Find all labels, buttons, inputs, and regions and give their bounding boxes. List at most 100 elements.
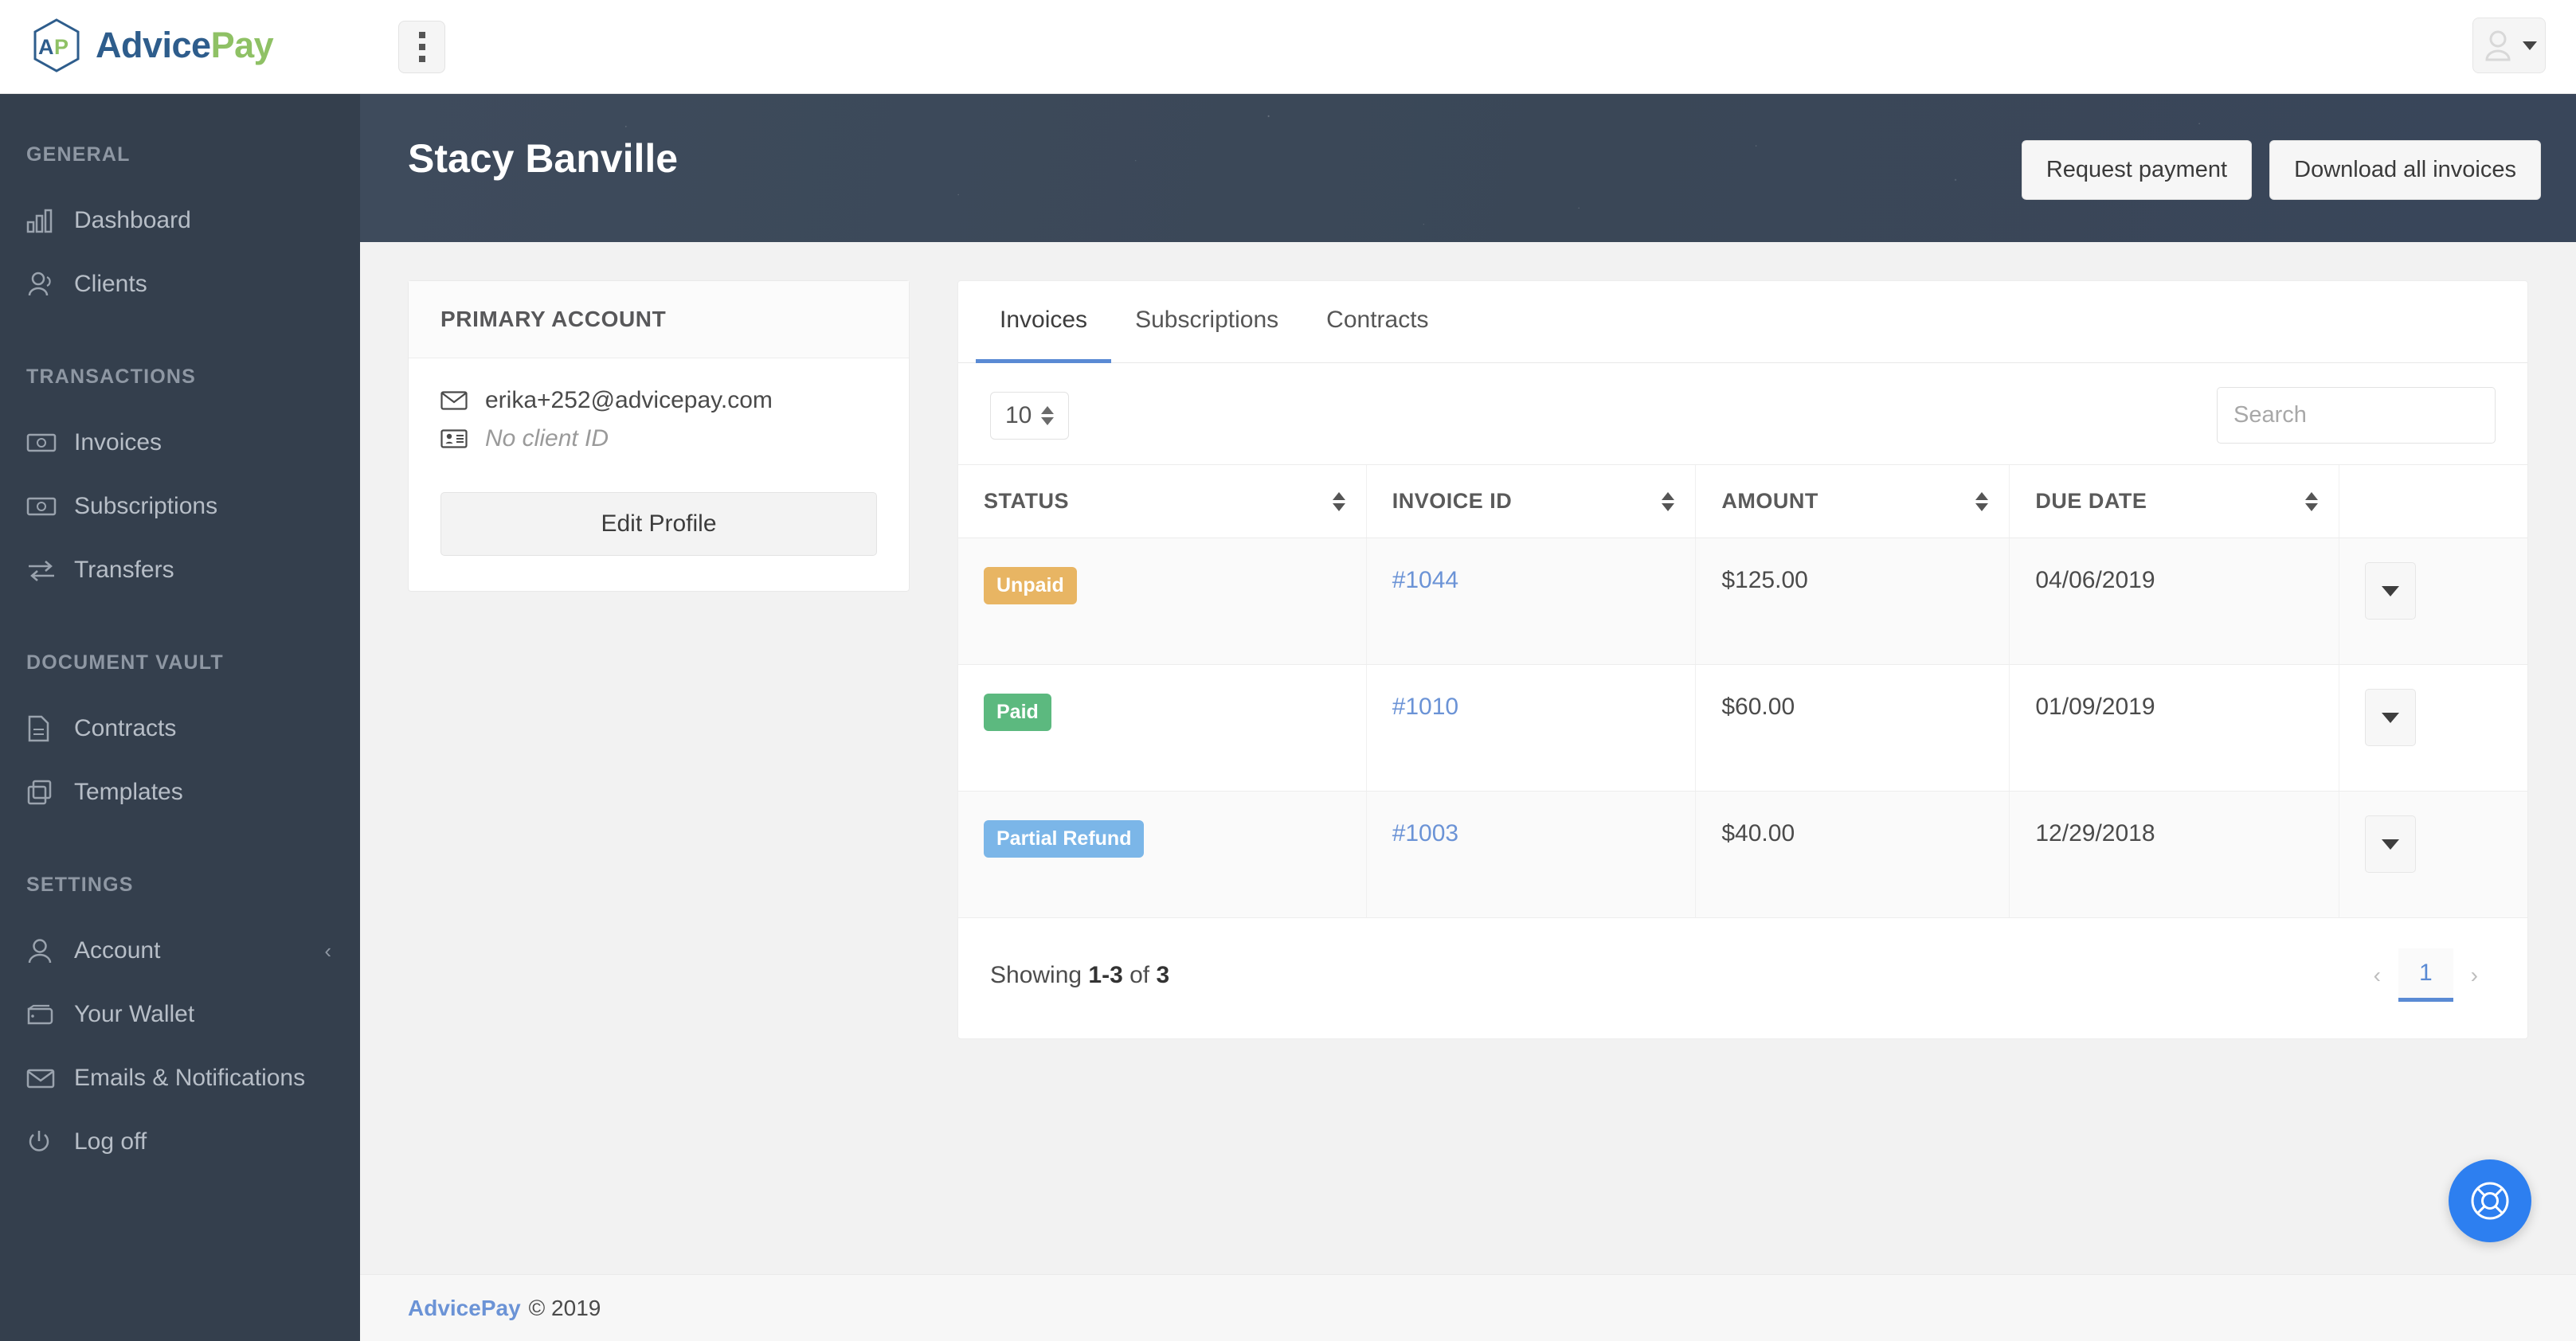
copy-icon [26,779,68,806]
sidebar: GENERAL Dashboard Clients TRANSACTIONS I… [0,94,360,1341]
logo[interactable]: A P AdvicePay [32,18,274,73]
money-bill-icon [26,496,68,517]
logo-text-advice: Advice [96,25,211,65]
sidebar-item-emails-notifications[interactable]: Emails & Notifications [0,1046,360,1110]
status-badge: Partial Refund [984,820,1145,858]
chevron-left-icon: ‹ [324,938,331,963]
svg-text:P: P [54,35,69,59]
file-text-icon [26,715,68,742]
main-content: PRIMARY ACCOUNT erika+252@advicepay.com [360,242,2576,1293]
logo-text: AdvicePay [96,25,274,66]
sidebar-item-label: Invoices [74,429,162,455]
column-header-actions [2339,464,2527,538]
invoice-id-link[interactable]: #1003 [1392,820,1458,846]
sidebar-item-contracts[interactable]: Contracts [0,697,360,760]
cell-invoice-id: #1010 [1365,664,1696,792]
invoices-panel: Invoices Subscriptions Contracts 10 Sear… [957,280,2528,1039]
cell-status: Unpaid [958,538,1367,665]
invoices-table: STATUS INVOICE ID AMOUNT DUE DATE Unpaid… [958,464,2527,918]
sidebar-item-transfers[interactable]: Transfers [0,538,360,602]
sort-icon [1332,491,1345,511]
primary-account-heading: PRIMARY ACCOUNT [409,281,909,358]
page-title: Stacy Banville [408,136,679,181]
page-size-select[interactable]: 10 [990,391,1070,440]
support-help-button[interactable] [2449,1159,2531,1242]
page-size-value: 10 [1005,401,1032,428]
sidebar-item-invoices[interactable]: Invoices [0,411,360,475]
table-toolbar: 10 [958,363,2527,464]
user-menu-button[interactable] [2472,18,2546,73]
sidebar-item-log-off[interactable]: Log off [0,1110,360,1174]
sidebar-item-subscriptions[interactable]: Subscriptions [0,475,360,538]
sidebar-item-label: Transfers [74,557,174,583]
sidebar-item-account[interactable]: Account ‹ [0,919,360,983]
pagination-page-1[interactable]: 1 [2398,948,2453,1002]
showing-prefix: Showing [990,961,1089,988]
advicepay-hexagon-logo-icon: A P [33,18,80,72]
kebab-menu-button[interactable] [398,21,445,73]
row-actions-dropdown-button[interactable] [2365,815,2417,873]
header-actions: Request payment Download all invoices [2021,140,2541,200]
tab-contracts[interactable]: Contracts [1302,281,1452,363]
sidebar-item-label: Account [74,937,161,964]
edit-profile-button[interactable]: Edit Profile [440,492,877,556]
sidebar-section-document-vault: DOCUMENT VAULT [26,651,224,674]
account-email-value: erika+252@advicepay.com [485,387,773,413]
envelope-icon [26,1067,68,1089]
cell-actions [2339,664,2527,792]
stepper-arrows-icon [1041,405,1055,425]
invoice-id-link[interactable]: #1010 [1392,694,1458,720]
cell-due-date: 04/06/2019 [2009,538,2339,665]
sidebar-item-label: Emails & Notifications [74,1065,306,1091]
request-payment-button[interactable]: Request payment [2021,140,2253,200]
table-header-row: STATUS INVOICE ID AMOUNT DUE DATE [958,464,2527,538]
power-icon [26,1129,68,1155]
column-label: STATUS [984,489,1069,513]
cell-due-date: 01/09/2019 [2009,664,2339,792]
status-badge: Paid [984,694,1051,731]
app-root: A P AdvicePay GENERAL Dashboard Clients … [0,0,2576,1341]
wallet-icon [26,1003,68,1026]
column-header-invoice-id[interactable]: INVOICE ID [1365,464,1696,538]
sidebar-item-templates[interactable]: Templates [0,760,360,824]
column-header-amount[interactable]: AMOUNT [1695,464,2010,538]
sidebar-section-settings: SETTINGS [26,874,134,896]
sidebar-item-your-wallet[interactable]: Your Wallet [0,983,360,1046]
sort-icon [2305,491,2319,511]
cell-actions [2339,538,2527,665]
tab-invoices[interactable]: Invoices [976,281,1112,363]
search-input[interactable] [2217,387,2496,444]
user-icon [2485,30,2511,61]
row-actions-dropdown-button[interactable] [2365,689,2417,746]
table-row: Partial Refund #1003 $40.00 12/29/2018 [958,791,2527,918]
row-actions-dropdown-button[interactable] [2365,562,2417,620]
sidebar-item-label: Log off [74,1128,147,1155]
footer-brand-link[interactable]: AdvicePay [408,1296,521,1321]
pagination: ‹ 1 › [2356,948,2496,1002]
pagination-next-button[interactable]: › [2453,952,2496,999]
account-client-id-row: No client ID [440,425,877,452]
svg-text:A: A [38,35,54,59]
cell-actions [2339,791,2527,918]
envelope-icon [440,391,468,410]
download-all-invoices-button[interactable]: Download all invoices [2269,140,2541,200]
invoice-id-link[interactable]: #1044 [1392,567,1458,593]
column-header-status[interactable]: STATUS [958,464,1367,538]
kebab-dot [418,56,425,62]
column-header-due-date[interactable]: DUE DATE [2009,464,2339,538]
top-bar: A P AdvicePay [0,0,2576,94]
tab-subscriptions[interactable]: Subscriptions [1111,281,1302,363]
sidebar-item-label: Templates [74,779,183,805]
sidebar-section-general: GENERAL [26,143,131,166]
cell-amount: $60.00 [1695,664,2010,792]
exchange-arrows-icon [26,559,68,581]
sidebar-item-clients[interactable]: Clients [0,252,360,316]
id-card-icon [440,429,468,448]
invoices-table-head: STATUS INVOICE ID AMOUNT DUE DATE [958,464,2527,538]
sidebar-item-dashboard[interactable]: Dashboard [0,189,360,252]
pagination-prev-button[interactable]: ‹ [2356,952,2398,999]
sidebar-item-label: Contracts [74,715,177,741]
sidebar-item-label: Your Wallet [74,1001,195,1027]
logo-text-pay: Pay [210,25,274,65]
cell-status: Paid [958,664,1367,792]
